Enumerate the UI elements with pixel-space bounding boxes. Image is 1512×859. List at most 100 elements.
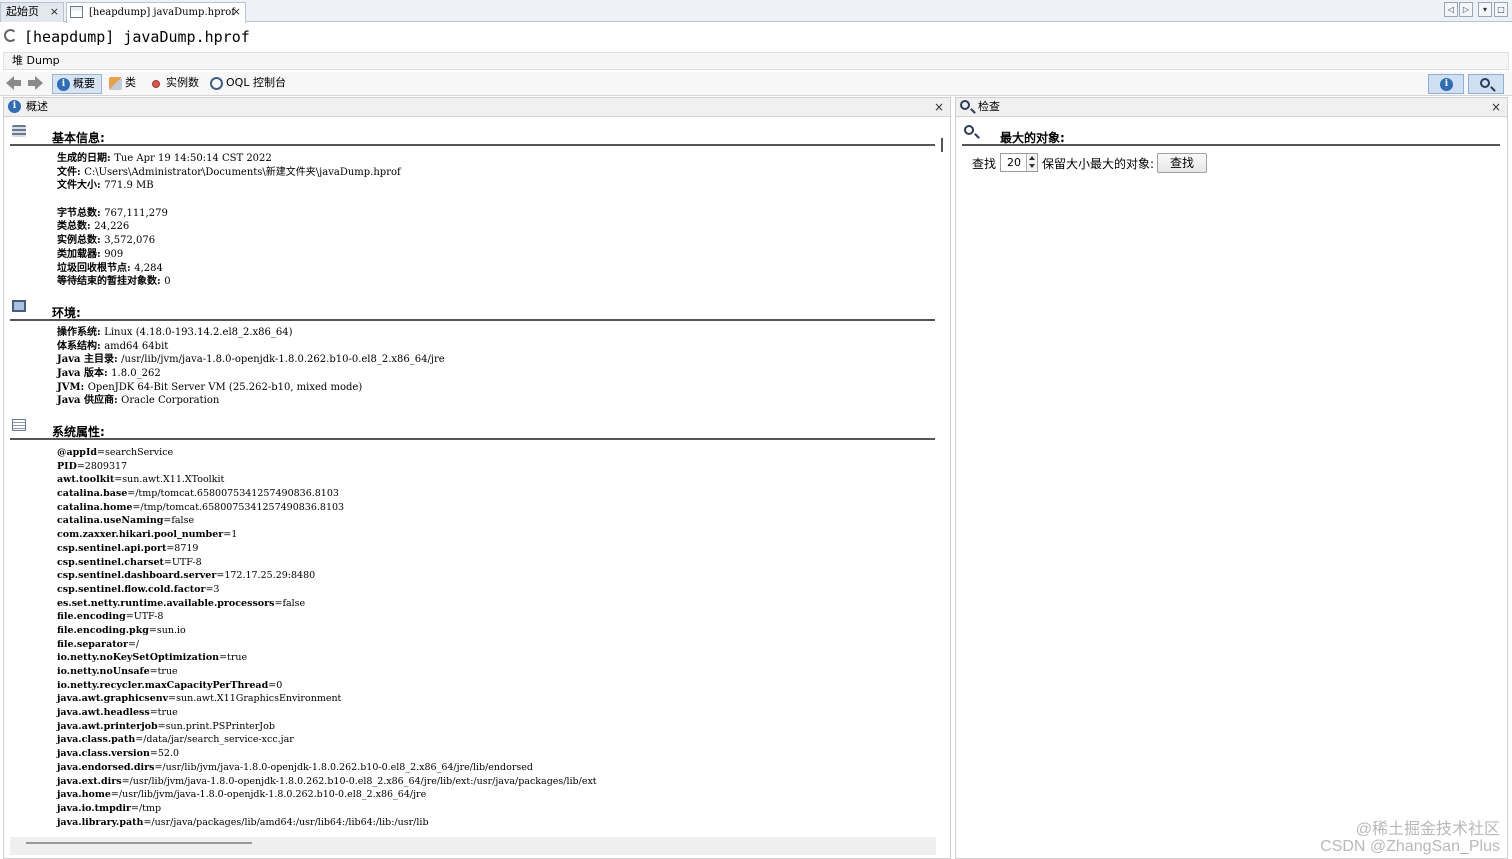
item-key: java.awt.headless [57,707,150,719]
item-key: 类加载器: [57,248,105,260]
title-row: [heapdump] javaDump.hprof [0,26,1512,50]
section-title: 最大的对象: [1000,131,1065,145]
summary-label: 概要 [73,77,95,90]
tab-classes[interactable]: 类 [105,74,141,94]
item-value: =sun.awt.X11GraphicsEnvironment [168,693,342,705]
item-value: 3,572,076 [104,235,156,247]
list-item: 类总数: 24,226 [57,220,401,234]
item-key: java.ext.dirs [57,775,122,787]
item-key: com.zaxxer.hikari.pool_number [57,529,224,541]
list-item: PID=2809317 [57,460,597,474]
breadcrumb: 堆 Dump [3,52,1509,70]
item-key: catalina.base [57,488,128,500]
list-item: Java 版本: 1.8.0_262 [57,367,445,381]
item-key: java.library.path [57,816,144,828]
section-title: 基本信息: [52,131,105,145]
classes-label: 类 [125,76,136,89]
inspect-panel-header: 检查 × [956,98,1507,117]
inspect-toggle-button[interactable] [1468,74,1504,94]
item-key: PID [57,460,77,472]
watermark-line: @稀土掘金技术社区 [1355,821,1500,838]
list-item: java.home=/usr/lib/jvm/java-1.8.0-openjd… [57,788,597,802]
database-icon [12,125,26,137]
list-item: csp.sentinel.charset=UTF-8 [57,556,597,570]
tab-oql-console[interactable]: OQL 控制台 [206,74,288,94]
list-item: java.awt.headless=true [57,706,597,720]
tab-instances[interactable]: 实例数 [146,74,204,94]
list-item: csp.sentinel.dashboard.server=172.17.25.… [57,569,597,583]
inspect-panel: 检查 × 最大的对象: 查找 20 保留大小最大的对象: 查找 [955,97,1508,859]
refresh-icon[interactable] [4,29,17,42]
item-value: =2809317 [76,460,128,472]
item-value: =0 [268,679,283,691]
item-key: 实例总数: [57,235,105,247]
close-icon[interactable]: × [50,3,59,21]
item-key: csp.sentinel.dashboard.server [57,570,217,582]
largest-objects-header: 最大的对象: [962,124,1500,146]
close-icon[interactable]: × [1491,98,1501,116]
item-key: csp.sentinel.api.port [57,542,167,554]
item-value: =UTF-8 [125,611,164,623]
list-item: 文件: C:\Users\Administrator\Documents\新建文… [57,166,401,180]
vertical-scrollbar[interactable] [936,120,948,836]
item-value: =8719 [166,542,199,554]
item-key: Java 主目录: [57,354,122,366]
back-arrow-icon[interactable] [6,76,22,90]
tab-label: [heapdump] javaDump.hprof [89,7,235,18]
tab-heapdump[interactable]: [heapdump] javaDump.hprof × [66,2,246,23]
item-value: =UTF-8 [163,556,202,568]
item-key: file.separator [57,638,128,650]
tab-start-page[interactable]: 起始页 × [0,2,64,22]
list-item: java.library.path=/usr/java/packages/lib… [57,816,597,830]
dropdown-icon[interactable]: ▾ [1478,2,1492,17]
close-icon[interactable]: × [232,3,241,21]
find-button[interactable]: 查找 [1157,153,1207,173]
item-key: catalina.home [57,501,133,513]
item-value: 767,111,279 [104,207,168,219]
item-key: 生成的日期: [57,153,115,164]
tab-summary[interactable]: i 概要 [52,74,102,94]
list-item: 字节总数: 767,111,279 [57,207,401,221]
computer-icon [12,300,26,312]
count-stepper[interactable]: 20 [1000,153,1038,172]
item-key: java.awt.graphicsenv [57,693,169,705]
list-item: @appId=searchService [57,446,597,460]
item-value: /usr/lib/jvm/java-1.8.0-openjdk-1.8.0.26… [121,354,445,366]
item-key: file.encoding.pkg [57,624,149,636]
item-value: 4,284 [134,262,163,274]
item-value: =sun.print.PSPrinterJob [157,720,275,732]
item-key: java.class.path [57,734,136,746]
list-item: 类加载器: 909 [57,248,401,262]
list-item: 文件大小: 771.9 MB [57,179,401,193]
item-value: Linux (4.18.0-193.14.2.el8_2.x86_64) [104,327,293,338]
scroll-left-icon[interactable]: ◁ [1444,2,1458,17]
horizontal-scrollbar[interactable] [10,837,936,855]
list-item: java.endorsed.dirs=/usr/lib/jvm/java-1.8… [57,761,597,775]
scrollbar-thumb[interactable] [941,138,943,152]
basic-info-header: 基本信息: [10,124,935,146]
list-item: com.zaxxer.hikari.pool_number=1 [57,528,597,542]
forward-arrow-icon[interactable] [27,76,43,90]
close-icon[interactable]: × [934,98,944,116]
maximize-icon[interactable]: □ [1494,2,1508,17]
item-key: java.awt.printerjob [57,720,158,732]
classes-icon [109,77,122,90]
list-item: java.ext.dirs=/usr/lib/jvm/java-1.8.0-op… [57,775,597,789]
stepper-arrows-icon[interactable] [1026,154,1037,171]
file-icon [70,6,83,18]
item-value: 1.8.0_262 [111,368,161,380]
item-value: =false [274,597,306,609]
scroll-right-icon[interactable]: ▷ [1459,2,1473,17]
scrollbar-thumb[interactable] [26,842,252,844]
list-item: io.netty.noKeySetOptimization=true [57,651,597,665]
section-title: 环境: [52,306,81,320]
item-value: =3 [205,583,220,595]
environment-header: 环境: [10,299,935,321]
window-controls: ◁ ▷ ▾ □ [1444,2,1510,18]
item-value: 24,226 [94,221,130,233]
details-toggle-button[interactable]: i [1428,74,1464,94]
item-value: =172.17.25.29:8480 [216,570,316,582]
search-icon [964,125,974,135]
item-key: JVM: [57,381,88,393]
list-item: 垃圾回收根节点: 4,284 [57,262,401,276]
